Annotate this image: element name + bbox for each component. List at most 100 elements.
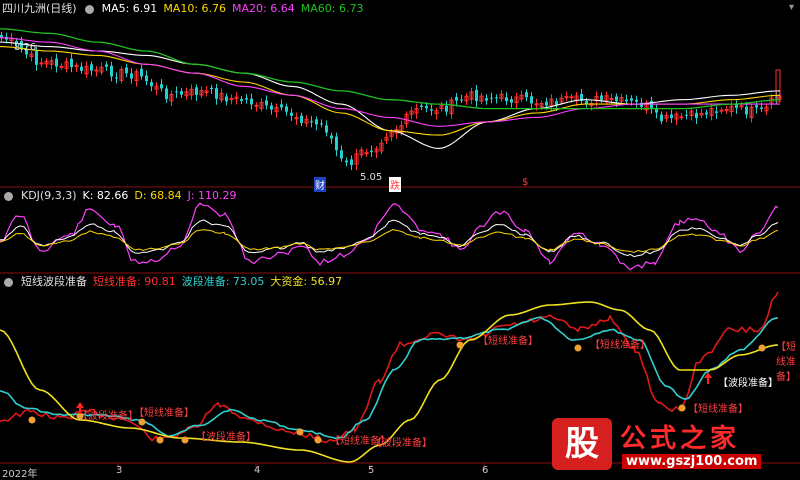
- annot-short-6: 【短线准备】: [776, 342, 796, 383]
- candle-body: [695, 113, 698, 118]
- candle-body: [679, 116, 684, 119]
- candle-body: [94, 69, 99, 72]
- kdj-j-line: [0, 202, 779, 271]
- annot-short-4: 【短线准备】: [134, 408, 194, 419]
- candle-body: [745, 106, 748, 115]
- candle-body: [35, 51, 38, 65]
- candle-body: [74, 65, 79, 68]
- candle-body: [340, 150, 343, 159]
- signal-dot: [574, 344, 582, 352]
- candle-body: [105, 64, 108, 67]
- candle-body: [195, 87, 198, 95]
- signal-dot: [758, 344, 766, 352]
- candle-body: [755, 105, 758, 108]
- candle-body: [425, 105, 428, 109]
- candle-body: [225, 96, 228, 102]
- candle-body: [145, 75, 148, 82]
- candle-body: [315, 119, 318, 125]
- candle-body: [175, 91, 178, 93]
- candle-body: [254, 104, 259, 107]
- candle-body: [530, 96, 533, 104]
- candle-body: [270, 105, 273, 110]
- candle-body: [630, 98, 633, 101]
- candle-body: [564, 96, 569, 99]
- candle-body: [55, 58, 58, 67]
- candle-body: [125, 67, 128, 74]
- candle-body: [660, 114, 663, 122]
- candle-body: [59, 65, 64, 68]
- candle-body: [240, 99, 243, 102]
- candle-body: [165, 88, 168, 99]
- candle-body: [600, 95, 603, 100]
- event-tag-1[interactable]: 财: [314, 177, 326, 192]
- candle-body: [534, 103, 539, 106]
- moving-average-lines: [0, 28, 780, 149]
- signal-dot: [156, 436, 164, 444]
- candle-body: [140, 68, 143, 77]
- annot-short-2: 【短线准备】: [590, 340, 650, 351]
- candle-body: [569, 96, 574, 99]
- candle-body: [510, 99, 513, 103]
- candle-body: [615, 96, 618, 102]
- signal-dot: [296, 428, 304, 436]
- kdj-lines: [0, 202, 779, 271]
- candle-body: [130, 73, 133, 79]
- watermark-badge: 股: [552, 418, 612, 470]
- annot-short-3: 【短线准备】: [688, 404, 748, 415]
- candle-body: [335, 136, 338, 151]
- watermark-title: 公式之家: [620, 424, 741, 454]
- candle-body: [290, 112, 293, 116]
- candle-body: [485, 98, 488, 101]
- event-tag-3[interactable]: $: [522, 177, 528, 188]
- candle-body: [705, 112, 708, 115]
- candle-body: [330, 135, 333, 139]
- candle-body: [285, 106, 288, 112]
- candle-body: [110, 65, 113, 77]
- candle-body: [670, 114, 673, 118]
- watermark-logo: 股 公式之家 www.gszj100.com: [552, 418, 792, 472]
- candle-body: [325, 125, 328, 133]
- signal-dot: [181, 436, 189, 444]
- candle-body: [345, 160, 348, 163]
- candle-body: [475, 89, 478, 102]
- annot-short-1: 【短线准备】: [478, 336, 538, 347]
- date-label-3: 5: [368, 465, 375, 476]
- candle-body: [350, 159, 353, 166]
- candle-body: [445, 105, 448, 112]
- candle-body: [625, 99, 628, 102]
- candle-body: [265, 100, 268, 106]
- signal-dot: [138, 418, 146, 426]
- candle-body: [715, 111, 718, 113]
- date-label-4: 6: [482, 465, 489, 476]
- annot-band-2: 【波段准备】: [78, 411, 138, 422]
- candle-body: [39, 62, 44, 65]
- candle-body: [724, 109, 729, 112]
- candle-body: [490, 97, 493, 99]
- candle-body: [609, 97, 614, 100]
- watermark-url: www.gszj100.com: [622, 454, 762, 469]
- candle-body: [364, 152, 369, 155]
- event-tag-2[interactable]: 跌: [389, 177, 401, 192]
- candle-body: [215, 88, 218, 99]
- candle-body: [505, 97, 508, 102]
- signal-dot: [456, 341, 464, 349]
- candle-body: [430, 109, 433, 111]
- ma-line-1: [0, 46, 780, 136]
- candle-body: [250, 98, 253, 105]
- annot-band-3: 【波段准备】: [196, 432, 256, 443]
- annot-band-1: 【波段准备】: [718, 378, 778, 389]
- signal-dot: [678, 404, 686, 412]
- candle-body: [525, 92, 528, 98]
- candle-body: [545, 101, 548, 106]
- candle-body: [320, 123, 323, 125]
- date-label-1: 3: [116, 465, 123, 476]
- low-price-label: 5.05: [360, 172, 383, 183]
- candle-body: [80, 66, 83, 71]
- candle-body: [280, 104, 283, 108]
- annot-band-4: 【波段准备】: [372, 438, 432, 449]
- signal-dot: [28, 416, 36, 424]
- candle-body: [585, 100, 588, 104]
- candle-body: [245, 98, 248, 100]
- candle-body: [650, 100, 653, 109]
- candle-body: [300, 115, 303, 124]
